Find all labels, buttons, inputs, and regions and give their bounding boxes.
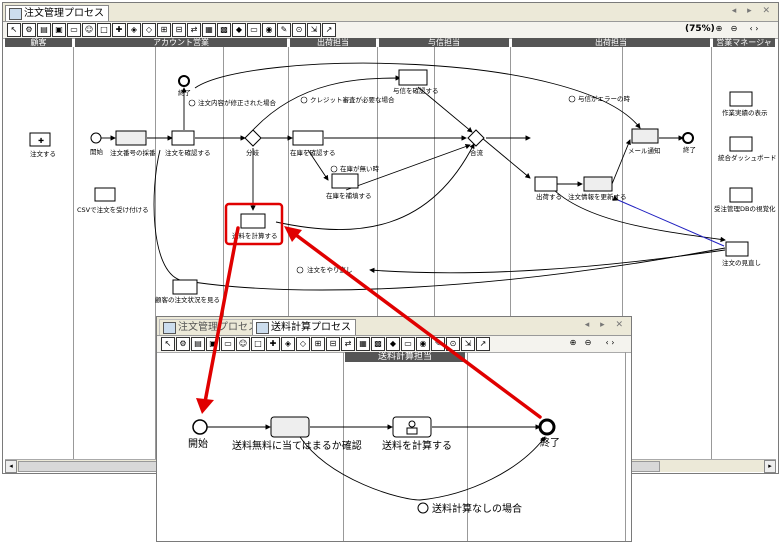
doc-node-tool-icon[interactable]: ▤: [191, 337, 205, 351]
tab-label: 注文管理プロセス: [178, 322, 258, 333]
chart-tool-icon[interactable]: ▩: [217, 23, 231, 37]
lane-divider: [711, 47, 712, 459]
lane-shipping-header: 出荷担当: [290, 38, 376, 47]
doc-node-tool-icon[interactable]: ▤: [37, 23, 51, 37]
export-tool-icon[interactable]: ⇲: [461, 337, 475, 351]
process-icon: [256, 322, 269, 334]
main-tab-bar: 注文管理プロセス ◂ ▸ ✕: [3, 3, 778, 22]
lane-sales-header: アカウント営業: [75, 38, 287, 47]
connector-tool-icon[interactable]: ↗: [476, 337, 490, 351]
zoom-in-icon[interactable]: ⊕: [567, 337, 579, 349]
gateway-tool-icon[interactable]: ◇: [296, 337, 310, 351]
task-tool-icon[interactable]: ▭: [67, 23, 81, 37]
gear-node-tool-icon[interactable]: ⚙: [176, 337, 190, 351]
scroll-right-button[interactable]: ▸: [764, 460, 776, 473]
zoom-level[interactable]: (75%): [685, 24, 715, 34]
db-tool-icon[interactable]: ⊟: [172, 23, 186, 37]
screen-node-tool-icon[interactable]: ▣: [52, 23, 66, 37]
zoom-in-icon[interactable]: ⊕: [713, 23, 725, 35]
lane-divider: [625, 352, 626, 541]
image-tool-icon[interactable]: ▦: [202, 23, 216, 37]
image-tool-icon[interactable]: ▦: [356, 337, 370, 351]
link-tool-icon[interactable]: ⇄: [187, 23, 201, 37]
connector-tool-icon[interactable]: ↗: [322, 23, 336, 37]
lane-divider: [343, 352, 344, 541]
toolbar-scroll-icon[interactable]: ‹ ›: [748, 23, 760, 35]
screen-node-tool-icon[interactable]: ▣: [206, 337, 220, 351]
subprocess-tool-icon[interactable]: ⊞: [311, 337, 325, 351]
lane-manager-header: 営業マネージャ: [713, 38, 775, 47]
zoom-out-icon[interactable]: ⊖: [728, 23, 740, 35]
pointer-tool-icon[interactable]: ↖: [161, 337, 175, 351]
lane-shipping2-header: 出荷担当: [512, 38, 710, 47]
doc-edit-tool-icon[interactable]: ✎: [431, 337, 445, 351]
timer-tool-icon[interactable]: ◉: [416, 337, 430, 351]
timer-tool-icon[interactable]: ◉: [262, 23, 276, 37]
lane-divider: [467, 352, 468, 541]
doc-edit-tool-icon[interactable]: ✎: [277, 23, 291, 37]
gateway-tool-icon[interactable]: ◇: [142, 23, 156, 37]
note-tool-icon[interactable]: ▭: [247, 23, 261, 37]
export-tool-icon[interactable]: ⇲: [307, 23, 321, 37]
rect-tool-icon[interactable]: □: [97, 23, 111, 37]
gateway-plus-tool-icon[interactable]: ✚: [266, 337, 280, 351]
process-icon: [9, 8, 22, 20]
gear-node-tool-icon[interactable]: ⚙: [22, 23, 36, 37]
subprocess-tool-icon[interactable]: ⊞: [157, 23, 171, 37]
lane-credit-header: 与信担当: [379, 38, 509, 47]
person-task-tool-icon[interactable]: ☺: [82, 23, 96, 37]
chart-tool-icon[interactable]: ▩: [371, 337, 385, 351]
sub-process-window: 注文管理プロセス 送料計算プロセス ◂ ▸ ✕ ↖ ⚙ ▤ ▣ ▭ ☺ □ ✚ …: [156, 316, 632, 542]
tab-scroll-controls[interactable]: ◂ ▸ ✕: [732, 6, 774, 16]
clock-tool-icon[interactable]: ⊙: [292, 23, 306, 37]
lane-customer-header: 顧客: [5, 38, 72, 47]
sub-toolbar: ↖ ⚙ ▤ ▣ ▭ ☺ □ ✚ ◈ ◇ ⊞ ⊟ ⇄ ▦ ▩ ◆ ▭ ◉ ✎ ⊙ …: [157, 336, 631, 353]
lane-divider: [73, 47, 74, 459]
sub-tab-bar: 注文管理プロセス 送料計算プロセス ◂ ▸ ✕: [157, 317, 631, 336]
gateway-x-tool-icon[interactable]: ◈: [127, 23, 141, 37]
tab-shipping-process[interactable]: 送料計算プロセス: [252, 319, 356, 335]
db-tool-icon[interactable]: ⊟: [326, 337, 340, 351]
toolbar-scroll-icon[interactable]: ‹ ›: [604, 337, 616, 349]
person-task-tool-icon[interactable]: ☺: [236, 337, 250, 351]
gateway-plus-tool-icon[interactable]: ✚: [112, 23, 126, 37]
link-tool-icon[interactable]: ⇄: [341, 337, 355, 351]
main-toolbar: ↖ ⚙ ▤ ▣ ▭ ☺ □ ✚ ◈ ◇ ⊞ ⊟ ⇄ ▦ ▩ ◆ ▭ ◉ ✎ ⊙ …: [3, 22, 778, 39]
tab-scroll-controls[interactable]: ◂ ▸ ✕: [585, 320, 627, 330]
rect-tool-icon[interactable]: □: [251, 337, 265, 351]
tab-label: 送料計算プロセス: [271, 322, 351, 333]
clock-tool-icon[interactable]: ⊙: [446, 337, 460, 351]
tab-order-process[interactable]: 注文管理プロセス: [5, 5, 109, 21]
tab-order-process-inactive[interactable]: 注文管理プロセス: [159, 319, 263, 335]
diamond-tool-icon[interactable]: ◆: [386, 337, 400, 351]
scroll-left-button[interactable]: ◂: [5, 460, 17, 473]
process-icon: [163, 322, 176, 334]
diamond-tool-icon[interactable]: ◆: [232, 23, 246, 37]
pointer-tool-icon[interactable]: ↖: [7, 23, 21, 37]
gateway-x-tool-icon[interactable]: ◈: [281, 337, 295, 351]
shipping-lane-header: 送料計算担当: [345, 352, 465, 362]
task-tool-icon[interactable]: ▭: [221, 337, 235, 351]
tab-label: 注文管理プロセス: [24, 8, 104, 19]
zoom-out-icon[interactable]: ⊖: [582, 337, 594, 349]
note-tool-icon[interactable]: ▭: [401, 337, 415, 351]
